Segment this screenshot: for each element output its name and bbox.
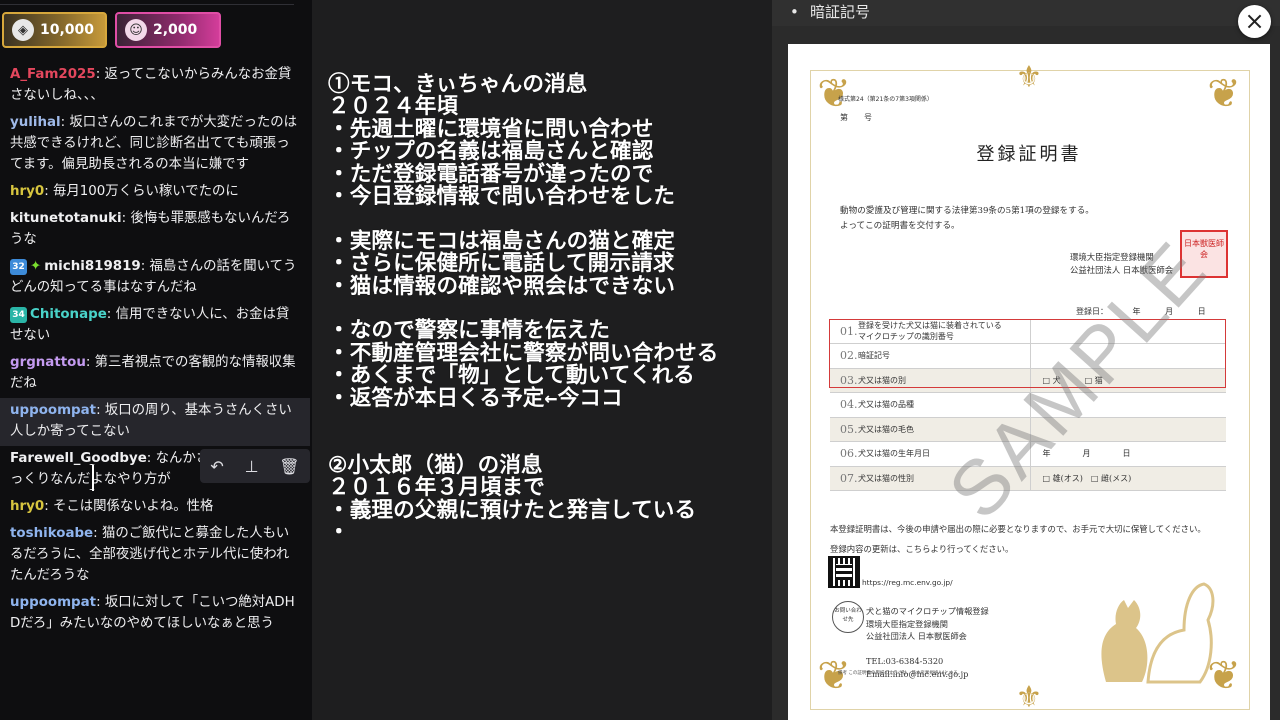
cert-cell-no: 05. — [830, 417, 858, 442]
separator: : — [146, 451, 156, 466]
cert-body: 動物の愛護及び管理に関する法律第39条の5第1項の登録をする。 よってこの証明書… — [840, 206, 1094, 231]
reply-icon[interactable]: ↶ — [210, 457, 223, 476]
chat-username[interactable]: michi819819 — [44, 259, 141, 274]
chat-message-list: A_Fam2025: 返ってこないからみんなお金貸さないしね、、、 yulihal… — [0, 62, 310, 638]
chat-message[interactable]: hry0: そこは関係ないよね。性格 — [0, 494, 310, 521]
chat-message[interactable]: 34 Chitonape: 信用できない人に、お金は貸せない — [0, 302, 310, 350]
separator: : — [44, 184, 53, 199]
channel-points-pink-badge[interactable]: ☺ 2,000 — [115, 12, 221, 48]
chat-message-text: そこは関係ないよね。性格 — [52, 499, 214, 514]
chat-username[interactable]: A_Fam2025 — [10, 67, 96, 82]
close-button[interactable]: × — [1238, 5, 1271, 38]
chat-username[interactable]: grgnattou — [10, 355, 86, 370]
cert-title: 登録証明書 — [976, 144, 1082, 165]
points-amount: 10,000 — [40, 22, 95, 38]
cert-footnote: 備考 この証明書の用紙の大きさは、日本産業規格A4とする。 — [838, 671, 963, 676]
chat-username[interactable]: Farewell_Goodbye — [10, 451, 147, 466]
cert-cell-no: 07. — [830, 466, 858, 491]
ornament-icon: ❦ — [1207, 71, 1241, 117]
chat-message-text: 毎月100万くらい稼いでたのに — [52, 184, 239, 199]
chat-username[interactable]: kitunetotanuki — [10, 211, 122, 226]
chat-message[interactable]: yulihal: 坂口さんのこれまでが大変だったのは共感できるけれど、同じ診断名… — [0, 110, 310, 179]
pin-icon[interactable]: ⊥ — [245, 457, 259, 476]
separator: : — [140, 259, 150, 274]
chat-message[interactable]: grgnattou: 第三者視点での客観的な情報収集だね — [0, 350, 310, 398]
channel-points-gold-icon: ◈ — [12, 19, 34, 41]
channel-points-pink-icon: ☺ — [125, 19, 147, 41]
ornament-icon: ❦ — [817, 653, 851, 699]
notes-text: ①モコ、きぃちゃんの消息 ２０２４年頃 ・先週土曜に環境省に問い合わせ ・チップ… — [328, 72, 719, 546]
cert-number: 第 号 — [840, 113, 872, 122]
chat-username[interactable]: yulihal — [10, 115, 61, 130]
viewer-header: • 暗証記号 — [772, 0, 1280, 26]
cert-cell-no: 04. — [830, 392, 858, 418]
certificate-image: ❦ ❦ ❦ ❦ ⚜ ⚜ 様式第24（第21条の7第3項関係） 第 号 登録証明書… — [788, 44, 1270, 720]
cert-contact: 犬と猫のマイクロチップ情報登録 環境大臣指定登録機関 公益社団法人 日本獣医師会… — [866, 606, 989, 679]
subscriber-badge-icon[interactable]: 32 — [10, 259, 27, 275]
viewer-title: 暗証記号 — [810, 3, 871, 21]
qr-code-icon — [828, 556, 860, 588]
subscriber-badge-icon[interactable]: 34 — [10, 307, 27, 323]
separator: : — [96, 595, 105, 610]
chat-message[interactable]: uppoompat: 坂口の周り、基本うさんくさい人しか寄ってこない — [0, 398, 310, 446]
channel-points-gold-badge[interactable]: ◈ 10,000 — [2, 12, 107, 48]
chat-message[interactable]: hry0: 毎月100万くらい稼いでたのに — [0, 179, 310, 206]
notes-panel: ①モコ、きぃちゃんの消息 ２０２４年頃 ・先週土曜に環境省に問い合わせ ・チップ… — [312, 0, 772, 720]
bullet: • — [790, 3, 799, 21]
separator: : — [96, 403, 105, 418]
chat-username[interactable]: uppoompat — [10, 595, 96, 610]
separator: : — [85, 355, 95, 370]
chat-message[interactable]: A_Fam2025: 返ってこないからみんなお金貸さないしね、、、 — [0, 62, 310, 110]
sparkle-badge-icon[interactable]: ✦ — [30, 259, 41, 274]
chat-username[interactable]: uppoompat — [10, 403, 96, 418]
form-number: 様式第24（第21条の7第3項関係） — [838, 96, 933, 103]
separator: : — [44, 499, 53, 514]
chat-message[interactable]: uppoompat: 坂口に対して「こいつ絶対ADHDだろ」みたいなのやめてほし… — [0, 590, 310, 638]
delete-icon[interactable]: 🗑 — [279, 457, 299, 476]
crest-icon: ⚜ — [1015, 680, 1043, 715]
chat-username[interactable]: toshikoabe — [10, 526, 93, 541]
separator: : — [93, 526, 102, 541]
crest-icon: ⚜ — [1015, 60, 1043, 95]
cat-dog-illustration-icon — [1101, 582, 1215, 684]
chat-divider — [0, 4, 294, 5]
cert-cell-no: 06. — [830, 441, 858, 467]
contact-badge: お問い合わせ先 — [832, 601, 864, 633]
chat-message[interactable]: kitunetotanuki: 後悔も罪悪感もないんだろうな — [0, 206, 310, 254]
text-cursor-icon — [89, 464, 95, 491]
cert-url: https://reg.mc.env.go.jp/ — [862, 578, 953, 587]
separator: : — [106, 307, 116, 322]
chat-username[interactable]: hry0 — [10, 499, 44, 514]
cert-note: 本登録証明書は、今後の申請や届出の際に必要となりますので、お手元で大切に保管して… — [830, 524, 1206, 554]
stream-screen: ◈ 10,000 ☺ 2,000 A_Fam2025: 返ってこないからみんなお… — [0, 0, 1280, 720]
chat-username[interactable]: hry0 — [10, 184, 44, 199]
message-actions: ↶ ⊥ 🗑 — [200, 449, 310, 483]
chat-message[interactable]: 32 ✦ michi819819: 福島さんの話を聞いてうどんの知ってる事はなすんだ… — [0, 254, 310, 302]
points-amount: 2,000 — [153, 22, 198, 38]
chat-panel: ◈ 10,000 ☺ 2,000 A_Fam2025: 返ってこないからみんなお… — [0, 0, 312, 720]
chat-username[interactable]: Chitonape — [30, 307, 107, 322]
chat-message[interactable]: toshikoabe: 猫のご飯代にと募金した人もいるだろうに、全部夜逃げ代とホ… — [0, 521, 310, 590]
cert-cell-value: □ 雄(オス) □ 雌(メス) — [1030, 466, 1226, 491]
